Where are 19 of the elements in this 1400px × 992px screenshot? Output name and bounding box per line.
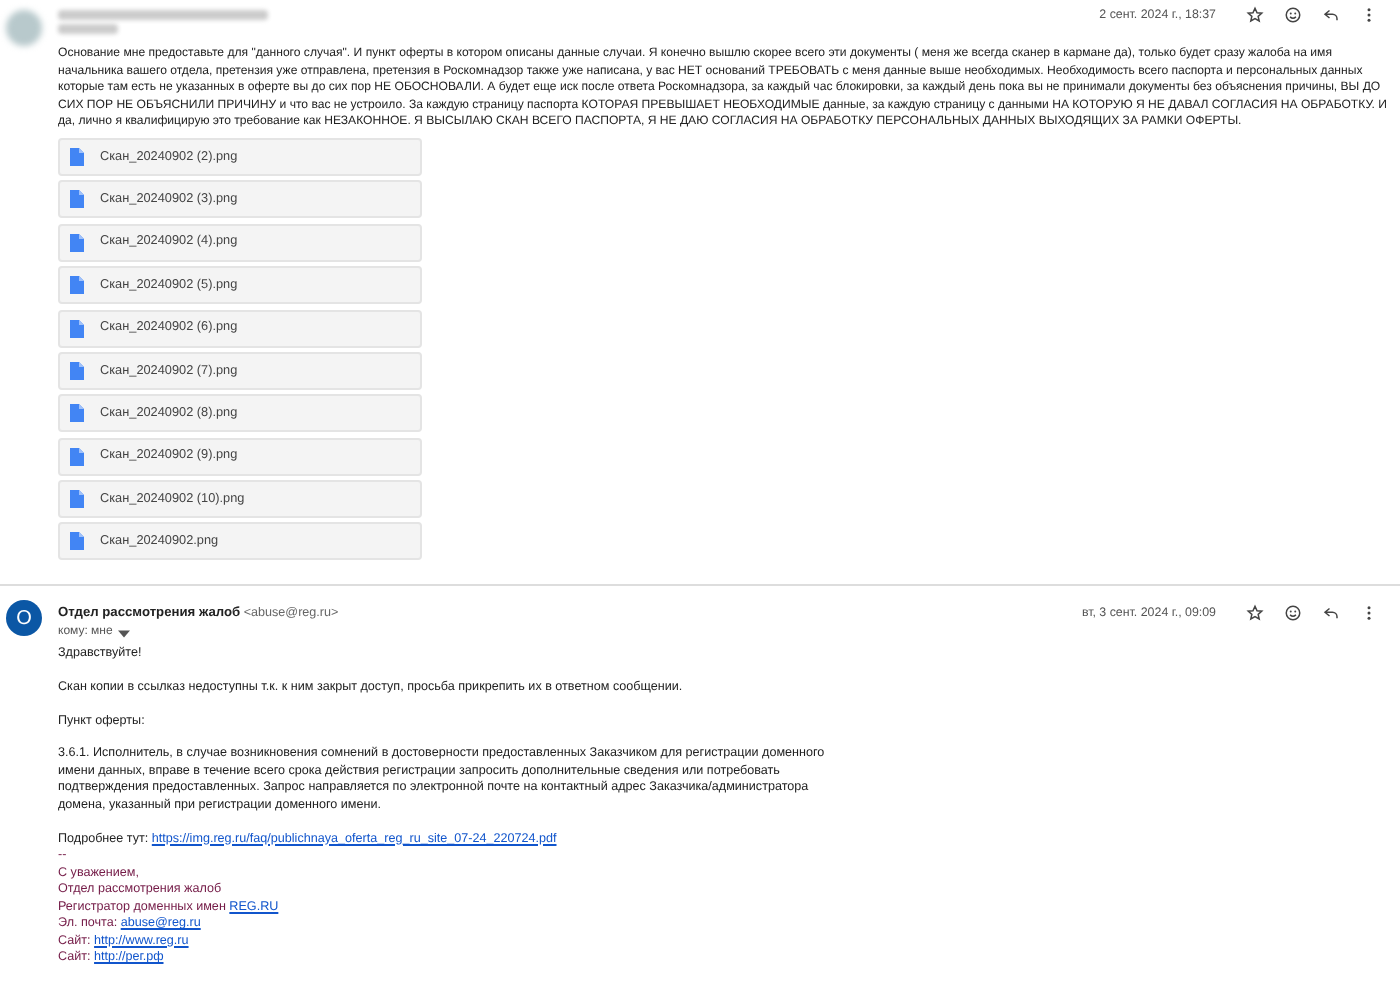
file-icon: [70, 447, 84, 466]
star-icon[interactable]: [1246, 6, 1264, 24]
star-icon[interactable]: [1246, 604, 1264, 623]
file-icon: [70, 532, 84, 551]
file-icon: [70, 404, 84, 423]
file-icon: [70, 490, 84, 509]
file-icon: [70, 319, 84, 338]
file-icon: [70, 190, 84, 209]
caret-icon[interactable]: [118, 629, 131, 638]
file-icon: [70, 147, 84, 166]
avatar: О: [6, 600, 42, 637]
file-icon: [70, 276, 84, 295]
emoji-icon[interactable]: [1284, 6, 1302, 24]
redacted-text: [58, 24, 118, 34]
file-icon: [70, 361, 84, 380]
reply-icon[interactable]: [1322, 604, 1340, 623]
reply-icon[interactable]: [1322, 6, 1340, 24]
file-icon: [70, 233, 84, 252]
emoji-icon[interactable]: [1284, 604, 1302, 623]
